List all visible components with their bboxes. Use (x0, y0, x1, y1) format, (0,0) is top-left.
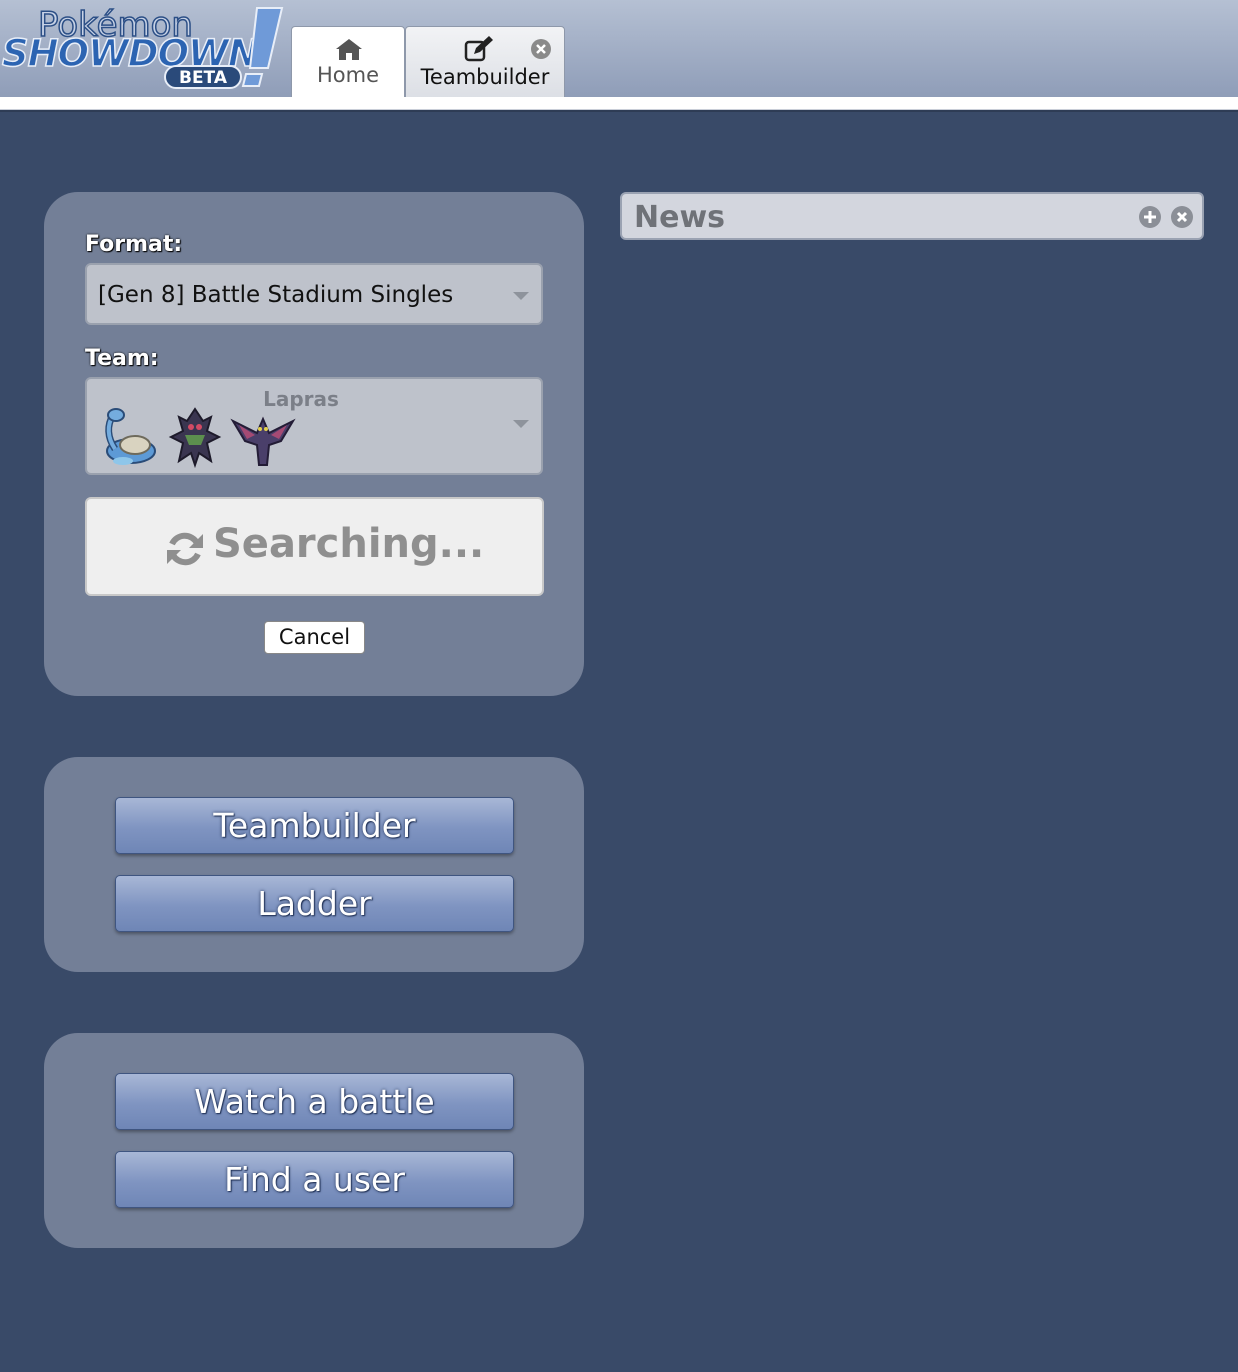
teambuilder-button[interactable]: Teambuilder (115, 797, 514, 854)
chevron-down-icon (513, 292, 529, 300)
watch-panel (44, 1033, 584, 1248)
searching-label: Searching... (213, 521, 485, 567)
format-value: [Gen 8] Battle Stadium Singles (98, 282, 454, 308)
header-divider-shadow (0, 110, 1238, 112)
tab-teambuilder[interactable]: Teambuilder (405, 26, 565, 98)
svg-text:BETA: BETA (179, 68, 228, 88)
menu-panel (44, 757, 584, 972)
ladder-button[interactable]: Ladder (115, 875, 514, 932)
searching-button[interactable]: Searching... (85, 497, 544, 596)
refresh-icon (167, 532, 203, 566)
format-select[interactable]: [Gen 8] Battle Stadium Singles (85, 263, 543, 325)
cancel-button[interactable]: Cancel (264, 621, 365, 654)
header-bar: Pokémon SHOWDOWN BETA Home Teambuilder (0, 0, 1238, 98)
format-label: Format: (85, 232, 183, 257)
zarude-sprite (168, 407, 222, 469)
pokemon-showdown-logo[interactable]: Pokémon SHOWDOWN BETA (0, 2, 290, 94)
header-divider (0, 97, 1238, 111)
tab-home-label: Home (316, 63, 379, 87)
close-circle-icon[interactable] (1170, 205, 1194, 229)
news-title: News (634, 200, 726, 235)
close-tab-icon[interactable] (530, 38, 552, 60)
home-icon (336, 39, 362, 60)
watch-battle-button[interactable]: Watch a battle (115, 1073, 514, 1130)
team-label: Team: (85, 346, 159, 371)
plus-circle-icon[interactable] (1138, 205, 1162, 229)
tab-teambuilder-label: Teambuilder (420, 65, 550, 89)
lapras-sprite (105, 408, 156, 465)
tab-home[interactable]: Home (291, 26, 405, 98)
noivern-sprite (230, 416, 296, 466)
find-user-button[interactable]: Find a user (115, 1151, 514, 1208)
chevron-down-icon (513, 420, 529, 428)
team-select[interactable]: Lapras (85, 377, 543, 475)
news-panel: News (620, 192, 1204, 240)
